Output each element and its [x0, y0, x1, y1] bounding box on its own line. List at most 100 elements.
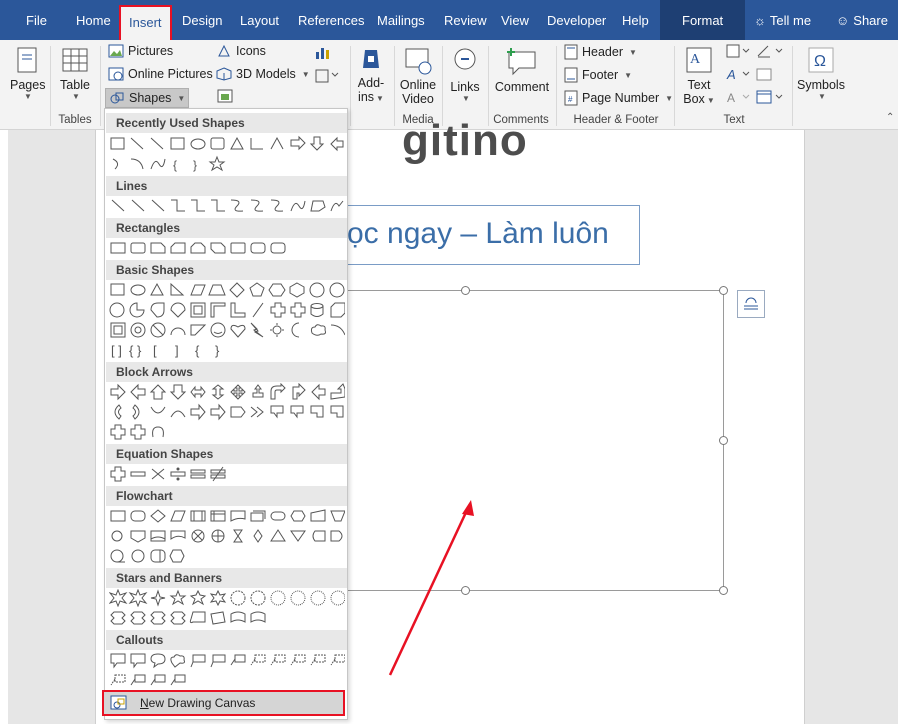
links-button[interactable]: Links ▼: [448, 46, 482, 103]
shape-row-flowchart-3[interactable]: [109, 547, 345, 567]
shape-row-basic-3[interactable]: [109, 321, 345, 341]
pictures-button[interactable]: Pictures: [108, 44, 173, 58]
text-box-button[interactable]: A Text Box ▼: [682, 46, 716, 106]
previous-page-edge: [0, 130, 8, 724]
new-drawing-canvas-label: New Drawing Canvas: [140, 696, 256, 710]
svg-text:A: A: [727, 91, 735, 104]
shapes-gallery: Recently Used Shapes {} Lines Rectangles…: [104, 108, 348, 720]
signature-line-button[interactable]: [756, 44, 786, 61]
svg-text:[: [: [153, 343, 157, 358]
tab-view[interactable]: View: [501, 0, 529, 40]
lightbulb-icon: ☼: [754, 13, 766, 28]
online-pictures-button[interactable]: Online Pictures: [108, 67, 213, 81]
tab-review[interactable]: Review: [444, 0, 487, 40]
video-icon: [405, 48, 432, 75]
group-label-header-footer: Header & Footer: [573, 114, 659, 126]
shape-row-flowchart-1[interactable]: [109, 507, 345, 527]
svg-text:[ ]: [ ]: [111, 343, 122, 358]
shapes-button[interactable]: Shapes ▼: [105, 88, 190, 108]
3d-models-button[interactable]: 3D Models ▼: [216, 67, 310, 81]
smartart-button[interactable]: [314, 44, 332, 63]
shape-row-recent-1[interactable]: [109, 135, 345, 155]
footer-button[interactable]: Footer ▼: [564, 67, 632, 83]
section-header-stars-banners: Stars and Banners: [106, 568, 347, 588]
shape-row-equation[interactable]: [109, 465, 345, 485]
shape-row-basic-1[interactable]: [109, 281, 345, 301]
svg-text:A: A: [726, 67, 736, 81]
shape-row-basic-4[interactable]: [ ] { } [] {}: [109, 341, 345, 361]
pages-icon: [17, 47, 37, 73]
chevron-down-icon: ▼: [376, 94, 384, 103]
share-button[interactable]: ☺ Share: [836, 0, 888, 40]
resize-handle[interactable]: [719, 286, 728, 295]
group-label-text: Text: [723, 114, 745, 126]
wordart-button[interactable]: A: [726, 67, 752, 84]
tab-format[interactable]: Format: [660, 0, 746, 40]
shape-row-basic-2[interactable]: [109, 301, 345, 321]
svg-text:A: A: [690, 52, 701, 67]
shape-row-recent-2[interactable]: {}: [109, 155, 345, 175]
symbols-button[interactable]: Ω Symbols ▼: [796, 46, 846, 101]
table-button[interactable]: Table ▼: [58, 46, 92, 101]
shape-row-flowchart-2[interactable]: [109, 527, 345, 547]
tab-references[interactable]: References: [298, 0, 364, 40]
shape-row-arrows-1[interactable]: [109, 383, 345, 403]
chart-button[interactable]: [314, 67, 340, 86]
icons-button[interactable]: Icons: [216, 44, 266, 58]
tab-insert[interactable]: Insert: [119, 5, 172, 40]
divider: [556, 46, 557, 126]
new-drawing-canvas-button[interactable]: New Drawing Canvas: [102, 690, 345, 716]
shape-row-arrows-3[interactable]: [109, 423, 345, 443]
table-icon: [62, 48, 88, 72]
resize-handle[interactable]: [461, 286, 470, 295]
shape-row-arrows-2[interactable]: [109, 403, 345, 423]
comment-icon: [507, 48, 536, 76]
shape-row-rectangles[interactable]: [109, 239, 345, 259]
tab-design[interactable]: Design: [182, 0, 222, 40]
resize-handle[interactable]: [461, 586, 470, 595]
shape-row-lines[interactable]: [109, 197, 345, 217]
drawing-canvas-icon: [110, 695, 127, 710]
date-time-button[interactable]: [756, 67, 774, 84]
layout-options-icon: [744, 297, 758, 310]
signature-icon: [757, 45, 783, 58]
header-button[interactable]: Header ▼: [564, 44, 637, 60]
drop-cap-button[interactable]: A: [726, 90, 752, 107]
tab-developer[interactable]: Developer: [547, 0, 606, 40]
quick-parts-icon: [726, 44, 750, 58]
divider: [792, 46, 793, 126]
shape-row-callouts-1[interactable]: [109, 651, 345, 671]
object-icon: [756, 90, 783, 104]
shape-row-callouts-2[interactable]: [109, 671, 345, 691]
comment-button[interactable]: Comment: [494, 46, 550, 94]
header-icon: [564, 44, 578, 60]
drawing-canvas[interactable]: [345, 290, 724, 591]
calendar-icon: [756, 68, 772, 81]
tab-file[interactable]: File: [26, 0, 47, 40]
collapse-ribbon-icon[interactable]: ⌃: [886, 112, 894, 123]
smartart-icon: [316, 48, 329, 59]
title-text-box[interactable]: ọc ngay – Làm luôn: [340, 205, 640, 265]
online-video-button[interactable]: Online Video: [398, 46, 438, 106]
pages-button[interactable]: Pages ▼: [10, 46, 45, 101]
link-icon: [454, 48, 476, 70]
shape-row-stars-1[interactable]: [109, 589, 345, 609]
svg-text:#: #: [568, 95, 573, 104]
section-header-callouts: Callouts: [106, 630, 347, 650]
shape-row-stars-2[interactable]: [109, 609, 345, 629]
screenshot-icon: [217, 89, 233, 103]
add-ins-button[interactable]: Add- ins ▼: [355, 46, 387, 104]
layout-options-button[interactable]: [737, 290, 765, 318]
tab-help[interactable]: Help: [622, 0, 649, 40]
resize-handle[interactable]: [719, 436, 728, 445]
page-number-button[interactable]: # Page Number ▼: [564, 90, 673, 106]
svg-text:{: {: [173, 158, 177, 172]
quick-parts-button[interactable]: [726, 44, 752, 61]
screenshot-button[interactable]: [216, 88, 234, 107]
object-button[interactable]: [756, 90, 786, 107]
tab-mailings[interactable]: Mailings: [377, 0, 425, 40]
tab-home[interactable]: Home: [76, 0, 111, 40]
tab-layout[interactable]: Layout: [240, 0, 279, 40]
resize-handle[interactable]: [719, 586, 728, 595]
tell-me-box[interactable]: ☼ Tell me: [754, 0, 811, 40]
